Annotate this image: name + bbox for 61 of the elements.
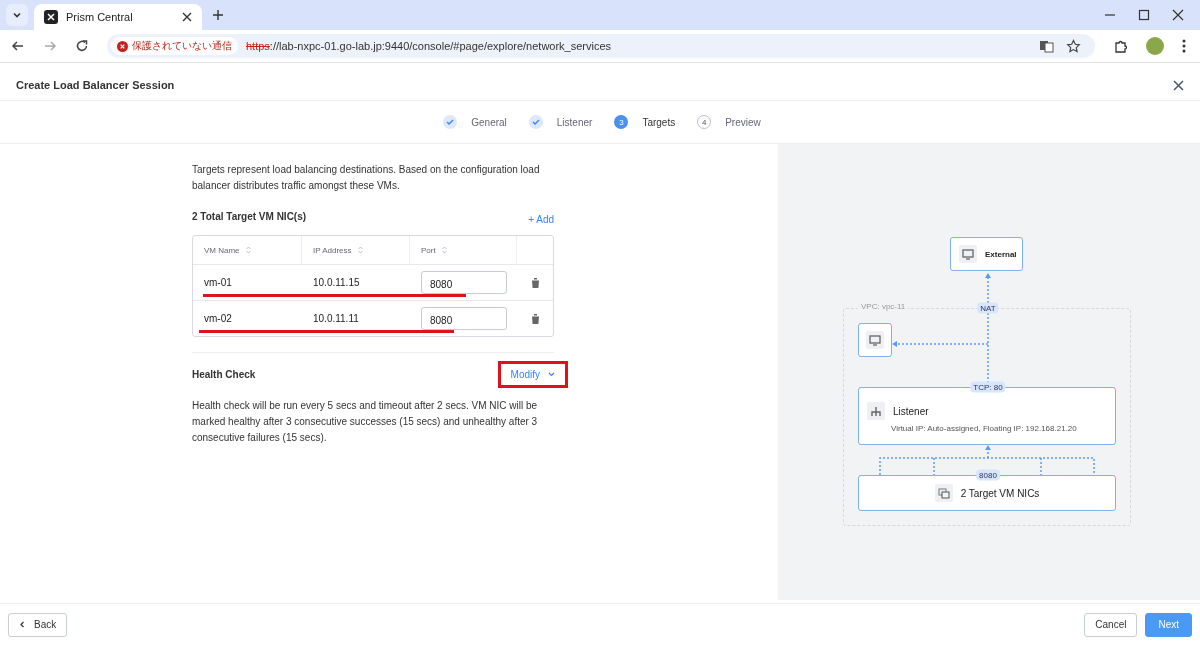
- network-icon: [867, 402, 885, 420]
- chevron-left-icon: [19, 621, 25, 628]
- section-title: Health Check: [192, 369, 256, 380]
- section-title: 2 Total Target VM NIC(s): [192, 211, 307, 222]
- translate-icon[interactable]: [1039, 38, 1054, 54]
- back-arrow-icon[interactable]: [11, 39, 25, 53]
- trash-icon[interactable]: [530, 277, 540, 288]
- step-label[interactable]: Preview: [725, 116, 761, 128]
- copies-icon: [934, 484, 953, 502]
- port-label: 8080: [976, 469, 1000, 481]
- step-number: 3: [614, 115, 629, 129]
- node-label: External: [985, 249, 1017, 259]
- puzzle-icon[interactable]: [1113, 38, 1128, 54]
- port-label: TCP: 80: [970, 381, 1006, 393]
- column-header[interactable]: Port: [410, 236, 517, 264]
- port-field[interactable]: 8080: [421, 307, 507, 330]
- vpc-label: VPC: vpc-11: [858, 302, 909, 311]
- monitor-icon: [866, 331, 884, 349]
- nat-label: NAT: [977, 302, 999, 314]
- cancel-button[interactable]: Cancel: [1084, 612, 1138, 637]
- maximize-icon[interactable]: [1138, 9, 1150, 21]
- close-icon[interactable]: [182, 12, 192, 22]
- table-cell: 10.0.11.11: [313, 313, 359, 324]
- table-cell: 10.0.11.15: [313, 277, 360, 288]
- dialog-title: Create Load Balancer Session: [16, 79, 175, 91]
- intro-text: Targets represent load balancing destinations. Based on the configuration load balancer distributes traffic amongst these VMs.: [192, 163, 541, 193]
- back-button[interactable]: Back: [8, 612, 68, 637]
- column-header[interactable]: VM Name: [193, 236, 302, 264]
- monitor-icon: [959, 245, 977, 263]
- node-label: Listener: [893, 405, 929, 417]
- reload-icon[interactable]: [75, 39, 89, 53]
- port-field[interactable]: 8080: [421, 271, 507, 294]
- chevron-down-icon: [548, 372, 555, 377]
- table-cell: vm-01: [204, 277, 232, 288]
- add-link[interactable]: + Add: [528, 214, 554, 225]
- close-icon[interactable]: [1172, 9, 1184, 21]
- modify-dropdown[interactable]: Modify: [508, 366, 557, 383]
- url-text: https://lab-nxpc-01.go-lab.jp:9440/console/#page/explore/network_services: [246, 40, 612, 52]
- address-bar[interactable]: 保護されていない通信 https://lab-nxpc-01.go-lab.jp:9440/console/#page/explore/network_services: [107, 34, 1095, 58]
- warning-icon: [117, 40, 128, 52]
- step-label[interactable]: Listener: [556, 116, 593, 128]
- star-icon[interactable]: [1066, 38, 1081, 54]
- trash-icon[interactable]: [530, 313, 540, 324]
- more-icon[interactable]: [1182, 39, 1186, 53]
- avatar-icon[interactable]: [1146, 37, 1164, 55]
- health-check-text: Health check will be run every 5 secs and timeout after 2 secs. VM NIC will be marked healthy after 3 consecutive successes (15 secs) and unhealthy after 3 consecutive failures (15 secs).: [192, 399, 539, 445]
- browser-tab[interactable]: Prism Central: [34, 4, 202, 30]
- column-header[interactable]: IP Address: [302, 236, 410, 264]
- node-label: 2 Target VM NICs: [960, 487, 1040, 499]
- x-logo-icon: [44, 10, 58, 24]
- tab-list-button[interactable]: [6, 4, 28, 26]
- table-cell: vm-02: [204, 313, 232, 324]
- new-tab-icon[interactable]: [212, 9, 224, 21]
- security-chip[interactable]: 保護されていない通信: [111, 37, 238, 55]
- tab-title: Prism Central: [66, 11, 134, 23]
- chevron-down-icon: [12, 10, 22, 20]
- step-label[interactable]: Targets: [642, 116, 676, 128]
- listener-detail: Virtual IP: Auto-assigned, Floating IP: 192.168.21.20: [890, 424, 1077, 433]
- step-label[interactable]: General: [471, 116, 507, 128]
- close-icon[interactable]: [1173, 79, 1184, 91]
- security-label: 保護されていない通信: [132, 39, 232, 53]
